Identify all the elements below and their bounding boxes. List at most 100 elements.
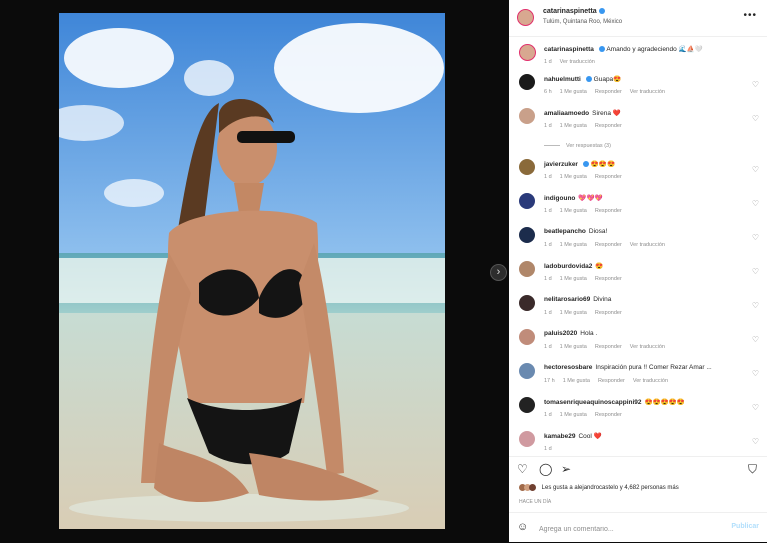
- comment-time: 1 d: [544, 344, 552, 350]
- author-username[interactable]: catarinaspinetta: [543, 8, 605, 15]
- comment-time: 17 h: [544, 378, 555, 384]
- heart-icon[interactable]: ♡: [752, 369, 759, 378]
- heart-icon[interactable]: ♡: [752, 165, 759, 174]
- heart-icon[interactable]: ♡: [752, 233, 759, 242]
- heart-icon[interactable]: ♡: [752, 437, 759, 446]
- reply-link[interactable]: Responder: [595, 344, 622, 350]
- post-photo: [59, 13, 445, 529]
- caption: catarinaspinetta Amando y agradeciendo 🌊…: [509, 42, 767, 72]
- comment-likes[interactable]: 1 Me gusta: [560, 310, 587, 316]
- comment-icon[interactable]: ◯: [539, 462, 552, 476]
- post-button[interactable]: Publicar: [731, 523, 759, 530]
- comment-likes[interactable]: 1 Me gusta: [560, 174, 587, 180]
- avatar[interactable]: [519, 261, 535, 277]
- heart-icon[interactable]: ♡: [752, 403, 759, 412]
- post-header: catarinaspinetta Tulúm, Quintana Roo, Mé…: [509, 0, 767, 37]
- avatar[interactable]: [519, 108, 535, 124]
- post-side-panel: catarinaspinetta Tulúm, Quintana Roo, Mé…: [509, 0, 767, 542]
- reply-link[interactable]: Responder: [595, 412, 622, 418]
- heart-icon[interactable]: ♡: [752, 199, 759, 208]
- caption-text: Amando y agradeciendo 🌊⛵🤍: [606, 46, 703, 53]
- avatar[interactable]: [519, 397, 535, 413]
- comment-likes[interactable]: 1 Me gusta: [560, 123, 587, 129]
- translate-link[interactable]: Ver traducción: [633, 378, 668, 384]
- verified-icon: [598, 8, 605, 15]
- comment-time: 1 d: [544, 310, 552, 316]
- heart-icon[interactable]: ♡: [752, 80, 759, 89]
- comment-username[interactable]: kamabe29: [544, 433, 575, 440]
- avatar[interactable]: [519, 329, 535, 345]
- comment-time: 1 d: [544, 174, 552, 180]
- reply-link[interactable]: Responder: [595, 242, 622, 248]
- comment-username[interactable]: tomasenriqueaquinoscappini92: [544, 399, 642, 406]
- comment-username[interactable]: beatlepancho: [544, 228, 586, 235]
- comment-username[interactable]: hectoresosbare: [544, 364, 592, 371]
- comment-row: paluis2020 Hola . 1 d 1 Me gusta Responder Ve…: [509, 327, 767, 357]
- comment-time: 1 d: [544, 276, 552, 282]
- comment-input[interactable]: [537, 521, 721, 537]
- likes-text: Les gusta a alejandrocastelo y 4,682 per…: [541, 485, 679, 492]
- comment-time: 1 d: [544, 242, 552, 248]
- bookmark-icon[interactable]: ⛉: [748, 462, 757, 477]
- avatar[interactable]: [519, 159, 535, 175]
- more-icon[interactable]: •••: [743, 10, 757, 21]
- translate-link[interactable]: Ver traducción: [630, 89, 665, 95]
- heart-icon[interactable]: ♡: [752, 114, 759, 123]
- next-arrow-button[interactable]: ›: [490, 264, 507, 281]
- reply-link[interactable]: Responder: [598, 378, 625, 384]
- comment-likes[interactable]: 1 Me gusta: [563, 378, 590, 384]
- caption-username[interactable]: catarinaspinetta: [544, 46, 594, 53]
- comments-list[interactable]: catarinaspinetta Amando y agradeciendo 🌊…: [509, 36, 767, 454]
- post-location[interactable]: Tulúm, Quintana Roo, México: [543, 19, 622, 25]
- action-bar: ♡ ◯ ➢ ⛉: [509, 456, 767, 481]
- avatar[interactable]: [519, 431, 535, 447]
- heart-icon[interactable]: ♡: [752, 301, 759, 310]
- comment-username[interactable]: amaliaamoedo: [544, 110, 589, 117]
- comment-username[interactable]: ladoburdovida2: [544, 263, 592, 270]
- avatar[interactable]: [519, 74, 535, 90]
- view-replies-link[interactable]: Ver respuestas (3): [544, 143, 611, 149]
- add-comment-bar: ☺ Publicar: [509, 512, 767, 543]
- translate-link[interactable]: Ver traducción: [630, 242, 665, 248]
- heart-icon[interactable]: ♡: [752, 335, 759, 344]
- likes-summary[interactable]: Les gusta a alejandrocastelo y 4,682 per…: [519, 484, 679, 491]
- heart-icon[interactable]: ♡: [517, 462, 528, 476]
- reply-link[interactable]: Responder: [595, 276, 622, 282]
- comment-likes[interactable]: 1 Me gusta: [560, 89, 587, 95]
- emoji-icon[interactable]: ☺: [517, 521, 528, 533]
- reply-link[interactable]: Responder: [595, 310, 622, 316]
- verified-icon: [582, 161, 589, 168]
- share-icon[interactable]: ➢: [561, 462, 571, 476]
- avatar[interactable]: [519, 363, 535, 379]
- comment-username[interactable]: paluis2020: [544, 330, 577, 337]
- avatar[interactable]: [519, 227, 535, 243]
- comment-text: Guapa😍: [593, 76, 622, 83]
- comment-likes[interactable]: 1 Me gusta: [560, 412, 587, 418]
- avatar[interactable]: [519, 193, 535, 209]
- heart-icon[interactable]: ♡: [752, 267, 759, 276]
- reply-link[interactable]: Responder: [595, 174, 622, 180]
- comment-username[interactable]: javierzuker: [544, 161, 578, 168]
- comment-likes[interactable]: 1 Me gusta: [560, 208, 587, 214]
- author-avatar[interactable]: [517, 9, 534, 26]
- comment-text: Divina: [593, 296, 612, 303]
- comment-username[interactable]: nelitarosario69: [544, 296, 590, 303]
- reply-link[interactable]: Responder: [595, 89, 622, 95]
- verified-icon: [585, 76, 592, 83]
- reply-link[interactable]: Responder: [595, 208, 622, 214]
- comment-username[interactable]: indigouno: [544, 195, 575, 202]
- comment-username[interactable]: nahuelmutti: [544, 76, 581, 83]
- comment-text: Hola .: [580, 330, 598, 337]
- reply-link[interactable]: Responder: [595, 123, 622, 129]
- translate-link[interactable]: Ver traducción: [560, 59, 595, 65]
- avatar[interactable]: [519, 295, 535, 311]
- avatar[interactable]: [519, 44, 536, 61]
- comment-likes[interactable]: 1 Me gusta: [560, 276, 587, 282]
- comment-row: kamabe29 Cool ❤️ 1 d ♡: [509, 429, 767, 454]
- comment-text: Diosa!: [588, 228, 608, 235]
- comment-text: 😍: [595, 263, 604, 270]
- translate-link[interactable]: Ver traducción: [630, 344, 665, 350]
- comment-text: 💖💖💖: [578, 195, 603, 202]
- comment-likes[interactable]: 1 Me gusta: [560, 344, 587, 350]
- comment-likes[interactable]: 1 Me gusta: [560, 242, 587, 248]
